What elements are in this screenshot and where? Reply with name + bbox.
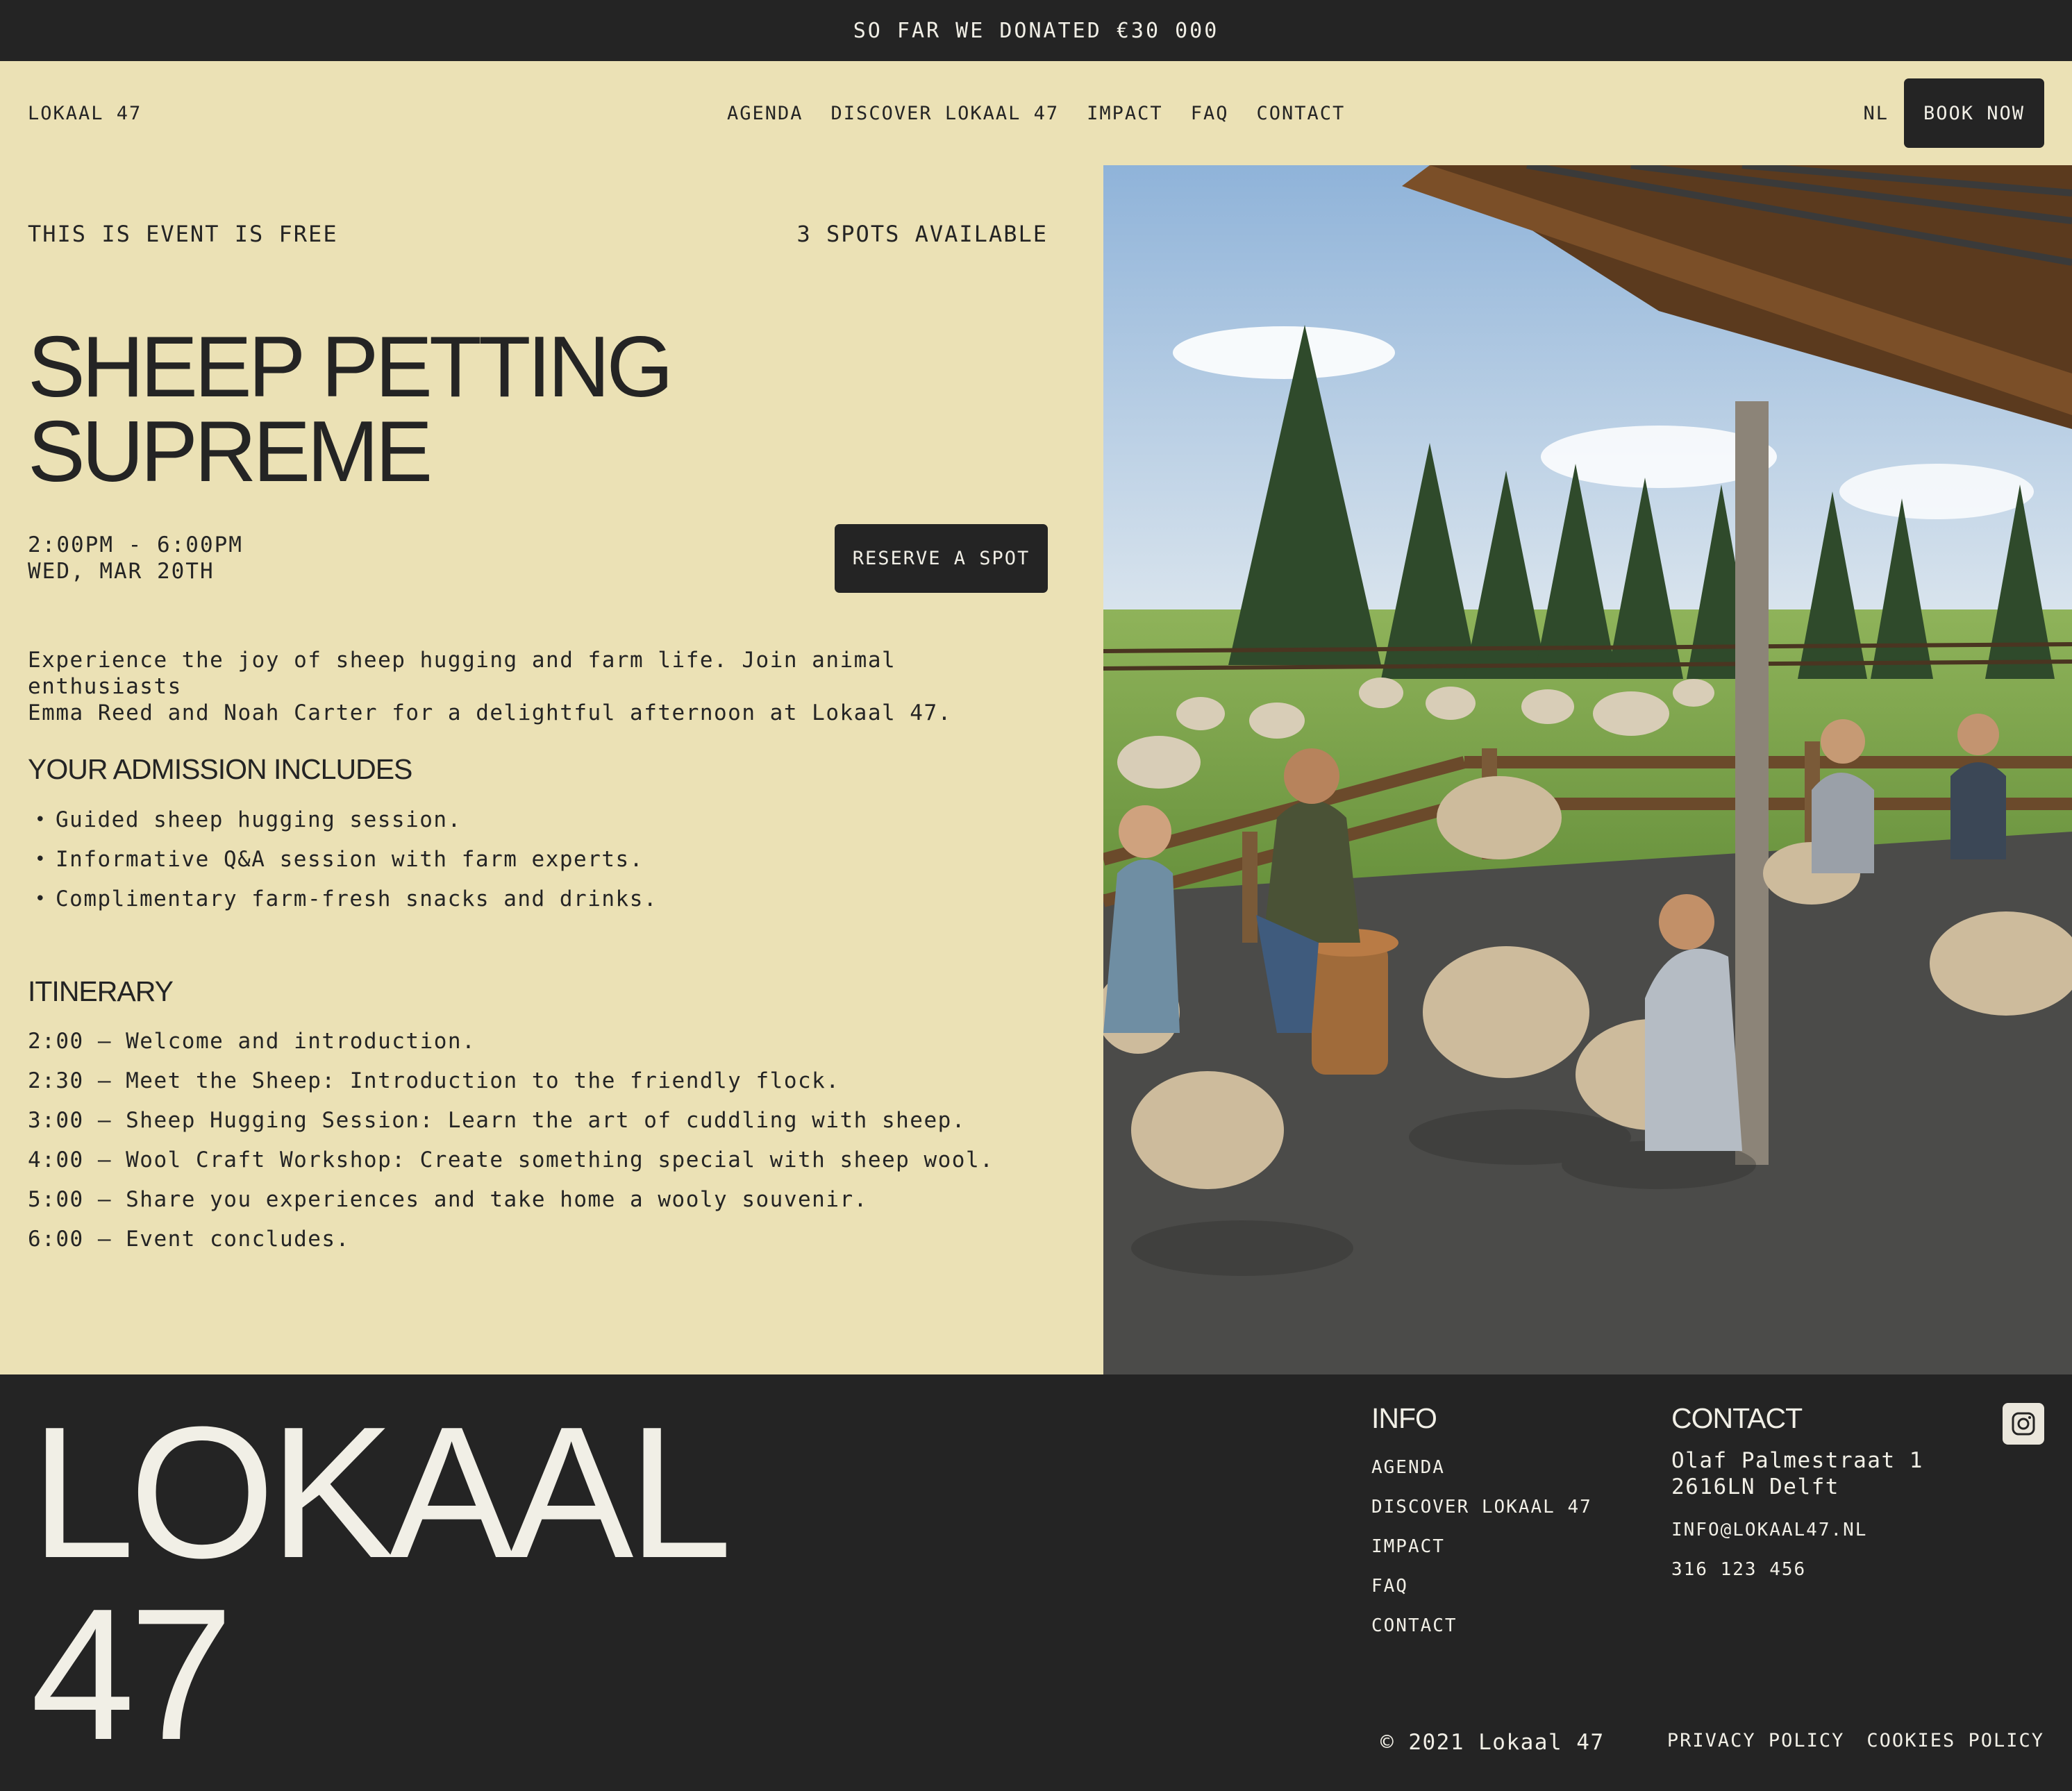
- admission-item-text: Complimentary farm-fresh snacks and drin…: [56, 886, 658, 911]
- title-line-2: SUPREME: [28, 404, 433, 500]
- privacy-policy-link[interactable]: PRIVACY POLICY: [1667, 1730, 1845, 1751]
- event-description: Experience the joy of sheep hugging and …: [28, 647, 1055, 726]
- reserve-spot-button[interactable]: RESERVE A SPOT: [835, 524, 1048, 593]
- donation-text: SO FAR WE DONATED €30 000: [853, 18, 1219, 43]
- itinerary-item: 5:00 — Share you experiences and take ho…: [28, 1186, 868, 1212]
- footer-logo-line-1: LOKAAL: [31, 1388, 733, 1597]
- itinerary-item: 6:00 — Event concludes.: [28, 1226, 350, 1252]
- footer-contact-column: CONTACT Olaf Palmestraat 1 2616LN Delft …: [1671, 1402, 1923, 1589]
- info-heading: INFO: [1371, 1402, 1437, 1434]
- footer-link-discover[interactable]: DISCOVER LOKAAL 47: [1371, 1487, 1592, 1527]
- itinerary-item: 3:00 — Sheep Hugging Session: Learn the …: [28, 1107, 966, 1133]
- legal-links: PRIVACY POLICY COOKIES POLICY: [1667, 1730, 2044, 1751]
- footer-link-faq[interactable]: FAQ: [1371, 1566, 1592, 1606]
- contact-email-link[interactable]: INFO@LOKAAL47.NL: [1671, 1510, 1923, 1549]
- cookies-policy-link[interactable]: COOKIES POLICY: [1866, 1730, 2044, 1751]
- event-date: WED, MAR 20TH: [28, 559, 215, 584]
- itinerary-list: 2:00 — Welcome and introduction. 2:30 — …: [28, 1021, 994, 1259]
- language-switch[interactable]: NL: [1863, 103, 1889, 124]
- address-line-1: Olaf Palmestraat 1: [1671, 1448, 1923, 1473]
- copyright: © 2021 Lokaal 47: [1380, 1730, 1605, 1755]
- nav-actions: NL BOOK NOW: [1863, 78, 2044, 148]
- site-logo[interactable]: LOKAAL 47: [28, 103, 142, 124]
- description-line-1: Experience the joy of sheep hugging and …: [28, 648, 896, 699]
- event-schedule: 2:00PM - 6:00PM WED, MAR 20TH: [28, 532, 243, 585]
- event-hero: THIS IS EVENT IS FREE 3 SPOTS AVAILABLE …: [0, 165, 2072, 1374]
- footer-link-agenda[interactable]: AGENDA: [1371, 1447, 1592, 1487]
- contact-phone-link[interactable]: 316 123 456: [1671, 1549, 1923, 1589]
- itinerary-heading: ITINERARY: [28, 975, 174, 1007]
- admission-item-text: Guided sheep hugging session.: [56, 807, 462, 832]
- bullet-icon: •: [35, 809, 47, 830]
- nav-links: AGENDA DISCOVER LOKAAL 47 IMPACT FAQ CON…: [727, 61, 1345, 165]
- site-footer: LOKAAL 47 INFO AGENDA DISCOVER LOKAAL 47…: [0, 1374, 2072, 1791]
- address-line-2: 2616LN Delft: [1671, 1474, 1839, 1499]
- bullet-icon: •: [35, 888, 47, 909]
- itinerary-item: 4:00 — Wool Craft Workshop: Create somet…: [28, 1147, 994, 1172]
- itinerary-item: 2:30 — Meet the Sheep: Introduction to t…: [28, 1068, 840, 1093]
- instagram-glyph: [2012, 1412, 2035, 1436]
- nav-link-faq[interactable]: FAQ: [1191, 103, 1229, 124]
- sheep-farm-illustration: [1103, 165, 2072, 1374]
- event-details: THIS IS EVENT IS FREE 3 SPOTS AVAILABLE …: [0, 165, 1103, 1374]
- spots-available: 3 SPOTS AVAILABLE: [796, 221, 1048, 247]
- list-item: • Guided sheep hugging session.: [28, 800, 658, 839]
- instagram-icon[interactable]: [2003, 1403, 2044, 1445]
- admission-item-text: Informative Q&A session with farm expert…: [56, 846, 644, 872]
- event-title: SHEEP PETTING SUPREME: [28, 324, 674, 495]
- admission-list: • Guided sheep hugging session. • Informat…: [28, 800, 658, 918]
- book-now-button[interactable]: BOOK NOW: [1904, 78, 2044, 148]
- event-time: 2:00PM - 6:00PM: [28, 532, 243, 557]
- event-meta: THIS IS EVENT IS FREE 3 SPOTS AVAILABLE: [28, 221, 1048, 247]
- itinerary-item: 2:00 — Welcome and introduction.: [28, 1028, 476, 1054]
- contact-heading: CONTACT: [1671, 1402, 1803, 1434]
- list-item: • Informative Q&A session with farm exper…: [28, 839, 658, 879]
- admission-heading: YOUR ADMISSION INCLUDES: [28, 753, 412, 785]
- title-line-1: SHEEP PETTING: [28, 319, 674, 415]
- event-photo: [1103, 165, 2072, 1374]
- main-navigation: LOKAAL 47 AGENDA DISCOVER LOKAAL 47 IMPA…: [0, 61, 2072, 165]
- footer-link-impact[interactable]: IMPACT: [1371, 1527, 1592, 1566]
- price-note: THIS IS EVENT IS FREE: [28, 221, 338, 247]
- donation-banner: SO FAR WE DONATED €30 000: [0, 0, 2072, 61]
- footer-info-column: INFO AGENDA DISCOVER LOKAAL 47 IMPACT FA…: [1371, 1402, 1592, 1645]
- footer-link-contact[interactable]: CONTACT: [1371, 1606, 1592, 1645]
- nav-link-impact[interactable]: IMPACT: [1087, 103, 1163, 124]
- nav-link-agenda[interactable]: AGENDA: [727, 103, 803, 124]
- address: Olaf Palmestraat 1 2616LN Delft: [1671, 1447, 1923, 1500]
- nav-link-contact[interactable]: CONTACT: [1256, 103, 1345, 124]
- footer-logo-line-2: 47: [31, 1570, 233, 1779]
- footer-logo: LOKAAL 47: [31, 1388, 733, 1779]
- nav-link-discover[interactable]: DISCOVER LOKAAL 47: [831, 103, 1060, 124]
- bullet-icon: •: [35, 848, 47, 870]
- list-item: • Complimentary farm-fresh snacks and dri…: [28, 879, 658, 918]
- description-line-2: Emma Reed and Noah Carter for a delightf…: [28, 700, 952, 725]
